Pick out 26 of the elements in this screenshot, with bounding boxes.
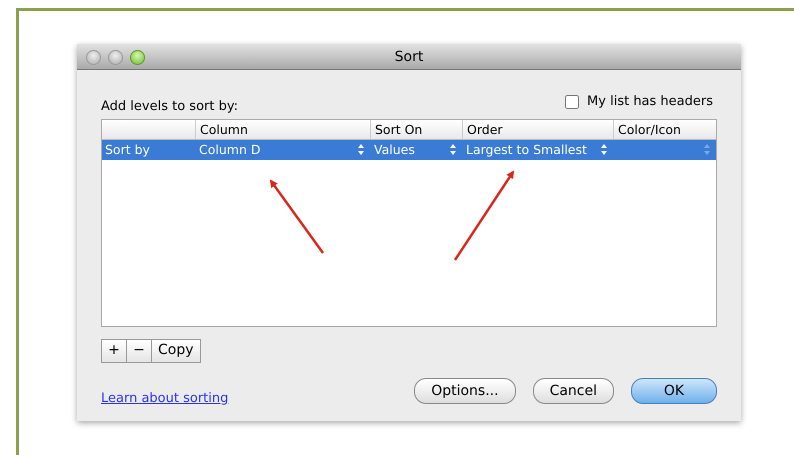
minimize-icon[interactable] [108,50,123,65]
column-header[interactable]: Column [195,120,370,138]
column-header[interactable]: Sort On [370,120,462,138]
stepper-icon[interactable] [450,144,456,155]
table-row[interactable]: Sort by Column D Values Largest to Smallest [102,140,716,160]
instruction-label: Add levels to sort by: [101,98,238,116]
help-link[interactable]: Learn about sorting [101,388,228,408]
level-button[interactable]: Copy [151,338,201,362]
dialog-button[interactable]: Cancel [532,378,614,404]
dialog-button[interactable]: OK [631,378,717,404]
dropdown-value: Largest to Smallest [466,140,587,159]
window-title: Sort [394,49,424,65]
stepper-icon[interactable] [358,144,364,155]
stepper-icon[interactable] [601,144,607,155]
close-icon[interactable] [86,50,101,65]
level-button[interactable]: − [126,338,152,362]
level-button[interactable]: + [101,338,127,362]
dialog-button[interactable]: Options... [414,378,516,404]
checkbox-label: My list has headers [587,93,713,111]
headers-checkbox[interactable] [565,94,580,109]
row-label: Sort by [104,140,151,159]
column-header[interactable]: Color/Icon [613,120,716,138]
dropdown-value: Column D [199,140,260,158]
dropdown-value: Values [374,140,415,158]
column-header[interactable]: Order [462,120,613,138]
zoom-icon[interactable] [130,50,145,65]
